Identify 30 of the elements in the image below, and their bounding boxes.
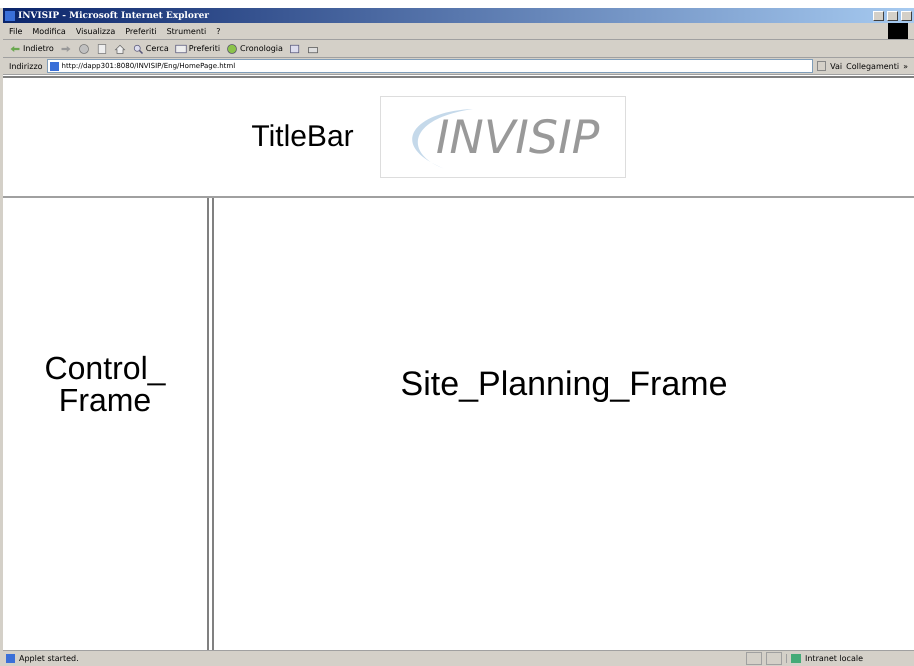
menu-item[interactable]: Strumenti bbox=[166, 26, 206, 36]
window-title: INVISIP - Microsoft Internet Explorer bbox=[18, 10, 210, 20]
more-chevron[interactable]: » bbox=[903, 62, 908, 70]
frame-label: Control_ bbox=[44, 352, 166, 384]
search-icon bbox=[132, 42, 144, 54]
frame-label: TitleBar bbox=[251, 120, 354, 154]
menu-item[interactable]: ? bbox=[216, 26, 221, 36]
home-icon bbox=[114, 42, 126, 54]
frame-label: Frame bbox=[58, 384, 152, 416]
toolbar-button[interactable] bbox=[78, 42, 90, 54]
menu-item[interactable]: Preferiti bbox=[125, 26, 157, 36]
menu-item[interactable]: Visualizza bbox=[76, 26, 116, 36]
toolbar-button[interactable] bbox=[114, 42, 126, 54]
maximize-button[interactable] bbox=[887, 10, 898, 20]
status-text: Applet started. bbox=[19, 654, 80, 663]
toolbar-button[interactable]: Cerca bbox=[132, 42, 169, 54]
toolbar-button[interactable]: Preferiti bbox=[174, 42, 220, 54]
logo: INVISIP bbox=[380, 96, 626, 178]
stop-icon bbox=[78, 42, 90, 54]
address-label: Indirizzo bbox=[9, 62, 43, 70]
close-button[interactable] bbox=[901, 10, 912, 20]
menu-item[interactable]: Modifica bbox=[32, 26, 66, 36]
links-label[interactable]: Collegamenti bbox=[846, 62, 900, 70]
menu-item[interactable]: File bbox=[9, 26, 22, 36]
toolbar-button[interactable]: Indietro bbox=[9, 42, 54, 54]
toolbar-button[interactable]: Cronologia bbox=[226, 42, 283, 54]
zone-text: Intranet locale bbox=[805, 654, 863, 663]
frame-label: Site_Planning_Frame bbox=[400, 364, 728, 404]
minimize-button[interactable] bbox=[873, 10, 884, 20]
go-button[interactable]: Vai bbox=[830, 62, 842, 70]
